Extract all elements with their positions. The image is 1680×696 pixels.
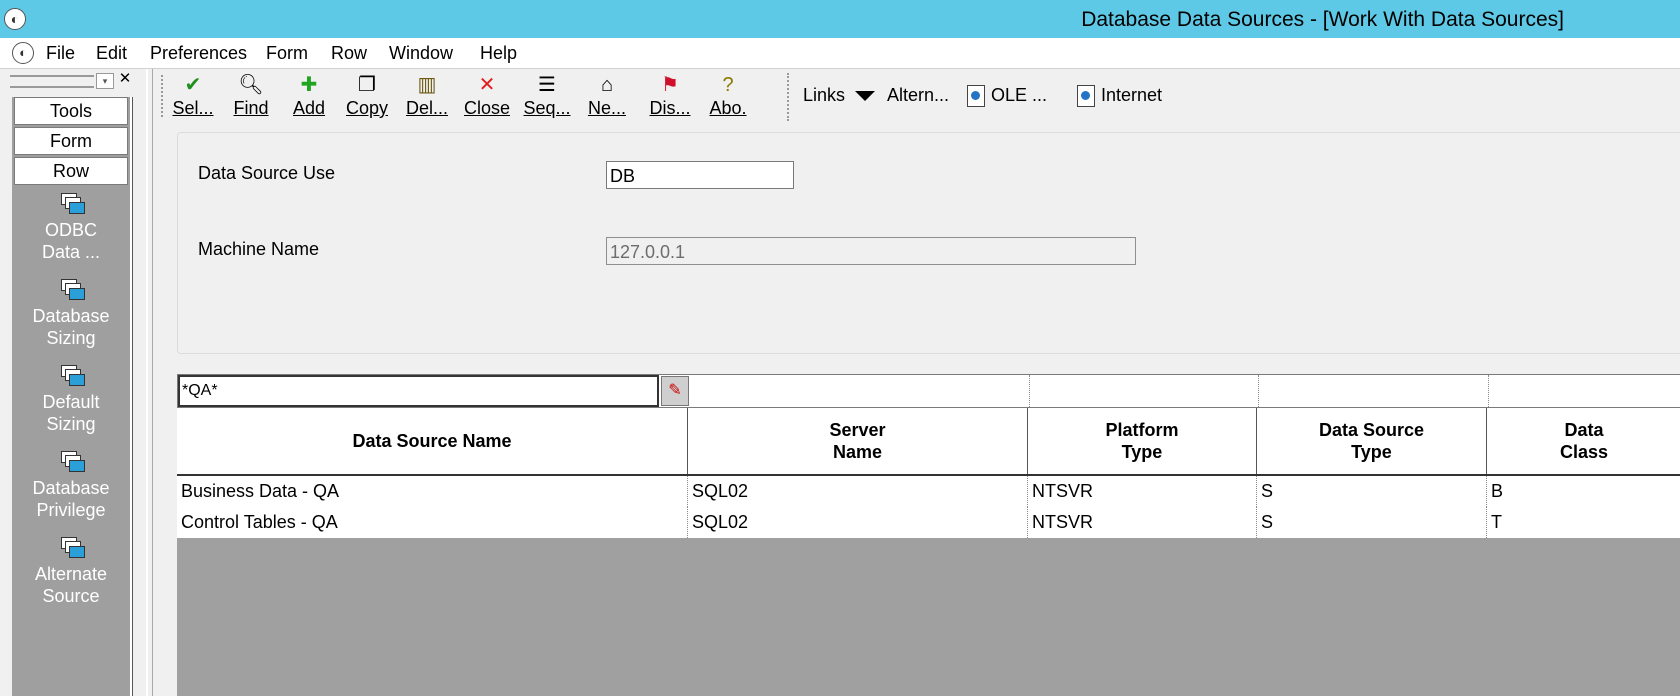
close-icon: ✕ (478, 74, 496, 96)
cell-server-name[interactable]: SQL02 (688, 507, 1028, 538)
delete-button[interactable]: ▥ Del... (405, 73, 449, 121)
about-icon: ? (722, 74, 734, 96)
sidebar-item-default-sizing[interactable]: Default Sizing (12, 365, 130, 435)
column-header-data-source-type[interactable]: Data Source Type (1257, 408, 1487, 474)
exit-item-icon (59, 451, 85, 473)
toolbar: ✔ Sel... 🔍︎ Find ✚ Add ❐ Copy ▥ Del... ✕… (153, 69, 1680, 125)
new-button[interactable]: ⌂ Ne... (587, 73, 627, 121)
dropdown-caret-icon (855, 91, 876, 102)
links-menu[interactable]: Links (803, 85, 883, 106)
cell-data-source-name[interactable]: Control Tables - QA (177, 507, 688, 538)
sidebar-item-database-privilege[interactable]: Database Privilege (12, 451, 130, 521)
menu-window[interactable]: Window (389, 43, 453, 64)
select-button[interactable]: ✔ Sel... (171, 73, 215, 121)
add-button[interactable]: ✚ Add (289, 73, 329, 121)
panel-dropdown-icon[interactable]: ▾ (96, 73, 114, 89)
sidebar-item-alternate-source[interactable]: Alternate Source (12, 537, 130, 607)
toolbar-separator (787, 73, 791, 121)
sequence-button[interactable]: ☰ Seq... (523, 73, 571, 121)
panel-splitter[interactable] (146, 69, 148, 696)
internet-document-icon (1077, 85, 1095, 108)
cell-server-name[interactable]: SQL02 (688, 476, 1028, 507)
menu-help[interactable]: Help (480, 43, 517, 64)
display-icon: ⚑ (661, 74, 679, 96)
copy-icon: ❐ (358, 74, 376, 96)
machine-name-label: Machine Name (198, 239, 320, 259)
title-bar: ◐ Database Data Sources - [Work With Dat… (0, 0, 1680, 38)
column-header-platform-type[interactable]: Platform Type (1028, 408, 1257, 474)
display-button[interactable]: ⚑ Dis... (647, 73, 693, 121)
tools-button[interactable]: Tools (14, 97, 128, 125)
panel-grip[interactable] (10, 75, 94, 88)
close-button[interactable]: ✕ Close (461, 73, 513, 121)
altern-link[interactable]: Altern... (887, 85, 949, 106)
exit-bar-body: Tools Form Row ODBC Data ... Database Si… (12, 97, 132, 696)
column-header-data-source-name[interactable]: Data Source Name (177, 408, 688, 474)
menu-row[interactable]: Row (331, 43, 367, 64)
qbe-data-class-input[interactable] (1488, 375, 1680, 407)
sequence-icon: ☰ (538, 74, 556, 96)
sidebar-item-odbc[interactable]: ODBC Data ... (12, 193, 130, 263)
qbe-wildcard-icon[interactable]: ✎ (661, 376, 689, 406)
qbe-data-source-type-input[interactable] (1258, 375, 1489, 407)
qbe-server-name-input[interactable] (689, 375, 1030, 407)
exit-item-icon (59, 365, 85, 387)
column-header-data-class[interactable]: Data Class (1487, 408, 1680, 474)
cell-data-source-type[interactable]: S (1257, 507, 1487, 538)
about-button[interactable]: ? Abo. (707, 73, 749, 121)
grid-header: Data Source Name Server Name Platform Type… (177, 408, 1680, 476)
cell-platform-type[interactable]: NTSVR (1028, 476, 1257, 507)
header-form: Data Source Use DB Machine Name 127.0.0.… (177, 132, 1680, 354)
form-exit-button[interactable]: Form (14, 127, 128, 155)
cell-data-class[interactable]: T (1487, 507, 1680, 538)
main-area: ✔ Sel... 🔍︎ Find ✚ Add ❐ Copy ▥ Del... ✕… (152, 69, 1680, 696)
cell-data-source-name[interactable]: Business Data - QA (177, 476, 688, 507)
data-grid: *QA* ✎ Data Source Name Server Name Platf… (177, 374, 1680, 696)
window-title: Database Data Sources - [Work With Data … (1081, 8, 1564, 31)
menu-preferences[interactable]: Preferences (150, 43, 247, 64)
new-icon: ⌂ (600, 74, 614, 96)
copy-button[interactable]: ❐ Copy (343, 73, 391, 121)
cell-platform-type[interactable]: NTSVR (1028, 507, 1257, 538)
machine-name-field[interactable]: 127.0.0.1 (606, 237, 1136, 265)
table-row[interactable]: Business Data - QA SQL02 NTSVR S B (177, 476, 1680, 507)
toolbar-grip[interactable] (161, 75, 166, 117)
exit-item-icon (59, 537, 85, 559)
ole-link[interactable]: OLE ... (967, 85, 1047, 108)
plus-icon: ✚ (300, 74, 318, 96)
menu-bar: ◐ File Edit Preferences Form Row Window … (0, 38, 1680, 69)
exit-item-icon (59, 193, 85, 215)
panel-close-icon[interactable]: ✕ (116, 71, 134, 87)
checkmark-icon: ✔ (184, 74, 202, 96)
menu-form[interactable]: Form (266, 43, 308, 64)
data-source-use-field[interactable]: DB (606, 161, 794, 189)
data-source-use-label: Data Source Use (198, 163, 336, 183)
exit-item-icon (59, 279, 85, 301)
table-row[interactable]: Control Tables - QA SQL02 NTSVR S T (177, 507, 1680, 538)
qbe-data-source-name-input[interactable]: *QA* (178, 375, 659, 407)
qbe-platform-type-input[interactable] (1029, 375, 1259, 407)
ole-document-icon (967, 85, 985, 108)
app-globe-icon[interactable]: ◐ (4, 8, 26, 30)
column-header-server-name[interactable]: Server Name (688, 408, 1028, 474)
panel-divider (132, 97, 133, 696)
menu-file[interactable]: File (46, 43, 75, 64)
row-exit-button[interactable]: Row (14, 157, 128, 185)
system-menu-icon[interactable]: ◐ (12, 42, 34, 64)
exit-bar: ▾ ✕ Tools Form Row ODBC Data ... Databas… (0, 69, 148, 696)
internet-link[interactable]: Internet (1077, 85, 1162, 108)
find-button[interactable]: 🔍︎ Find (229, 73, 273, 121)
find-icon: 🔍︎ (238, 74, 264, 96)
qbe-row: *QA* ✎ (177, 374, 1680, 408)
trash-icon: ▥ (417, 74, 437, 96)
cell-data-class[interactable]: B (1487, 476, 1680, 507)
sidebar-item-database-sizing[interactable]: Database Sizing (12, 279, 130, 349)
cell-data-source-type[interactable]: S (1257, 476, 1487, 507)
menu-edit[interactable]: Edit (96, 43, 127, 64)
